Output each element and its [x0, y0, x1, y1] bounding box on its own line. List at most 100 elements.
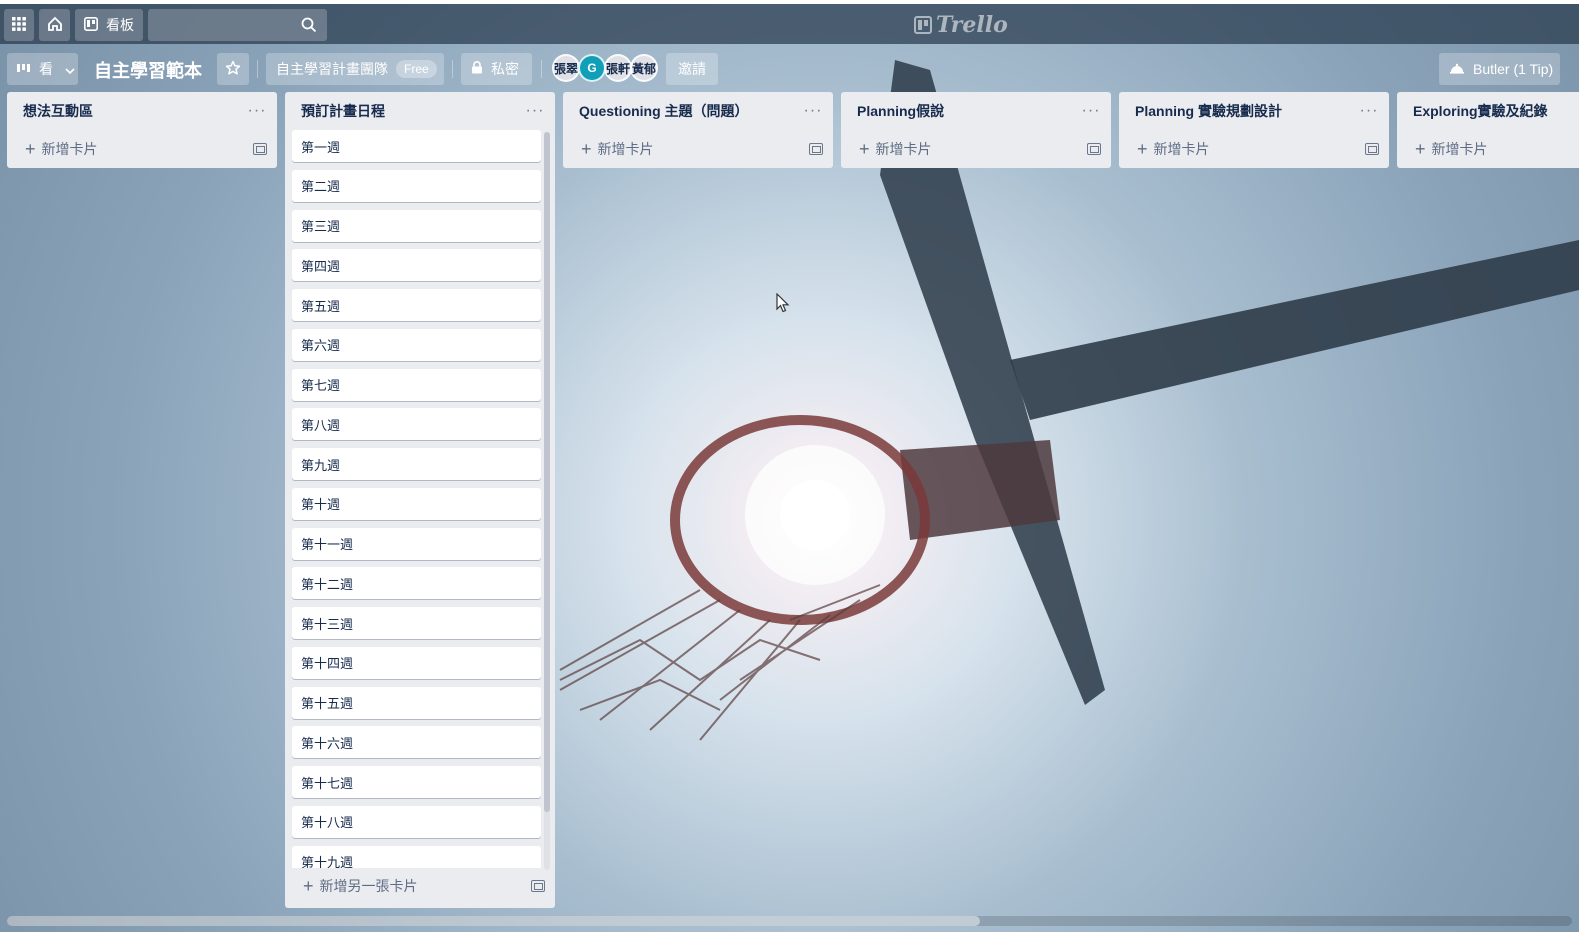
list-scrollbar[interactable] [544, 132, 550, 870]
list-menu-button[interactable]: ··· [523, 102, 547, 120]
avatar[interactable]: 黃郁 [630, 54, 658, 82]
add-card-button[interactable]: + 新增卡片 [859, 139, 932, 160]
add-card-button[interactable]: + 新增卡片 [25, 139, 98, 160]
add-card-label: 新增卡片 [597, 141, 654, 157]
list-ideas: 想法互動區 ··· + 新增卡片 [7, 92, 277, 168]
card[interactable]: 第十三週 [292, 607, 541, 639]
list-menu-button[interactable]: ··· [1357, 102, 1381, 120]
list-planning-design: Planning 實驗規劃設計 ··· + 新增卡片 [1119, 92, 1389, 168]
add-card-row: + 新增卡片 [841, 130, 1111, 168]
header-divider [541, 60, 542, 78]
list-header: Exploring實驗及紀錄 [1397, 92, 1579, 130]
home-button[interactable] [39, 9, 70, 41]
card[interactable]: 第九週 [292, 448, 541, 480]
plus-icon: + [303, 875, 314, 896]
add-card-button[interactable]: + 新增卡片 [1137, 139, 1210, 160]
search-icon[interactable] [301, 17, 317, 36]
card-template-icon[interactable] [1087, 143, 1101, 155]
plus-icon: + [25, 138, 36, 159]
team-button[interactable]: 自主學習計畫團隊 Free [266, 53, 444, 85]
view-icon [17, 61, 31, 77]
butler-label: Butler (1 Tip) [1473, 61, 1554, 77]
list-header: 想法互動區 ··· [7, 92, 277, 130]
view-label: 看 [39, 61, 53, 77]
board-title[interactable]: 自主學習範本 [94, 57, 202, 83]
card[interactable]: 第二週 [292, 169, 541, 202]
list-menu-button[interactable]: ··· [1079, 102, 1103, 120]
card[interactable]: 第十五週 [292, 686, 541, 719]
list-header: Questioning 主題（問題） ··· [563, 92, 833, 130]
card-list[interactable]: 第一週第二週第三週第四週第五週第六週第七週第八週第九週第十週第十一週第十二週第十… [285, 130, 555, 868]
card[interactable]: 第十四週 [292, 646, 541, 679]
avatar[interactable]: 張軒 [604, 54, 632, 82]
card[interactable]: 第五週 [292, 289, 541, 321]
card[interactable]: 第七週 [292, 368, 541, 401]
card[interactable]: 第八週 [292, 408, 541, 441]
lock-icon [471, 61, 483, 77]
avatar[interactable]: G [578, 54, 606, 82]
card-template-icon[interactable] [809, 143, 823, 155]
trello-logo[interactable]: Trello [914, 12, 1008, 38]
grid-icon [12, 16, 26, 34]
board-view-switcher[interactable]: 看 [7, 53, 78, 85]
list-questioning: Questioning 主題（問題） ··· + 新增卡片 [563, 92, 833, 168]
search-box[interactable] [148, 9, 327, 41]
star-icon [225, 60, 241, 79]
trello-logo-icon [914, 16, 932, 34]
add-card-row: + 新增另一張卡片 [285, 868, 555, 904]
card-template-icon[interactable] [253, 143, 267, 155]
card[interactable]: 第十七週 [292, 766, 541, 798]
board-scrollbar-thumb[interactable] [7, 916, 980, 926]
visibility-button[interactable]: 私密 [461, 53, 532, 85]
board-scrollbar[interactable] [7, 916, 1572, 926]
avatar[interactable]: 張翠 [552, 54, 580, 82]
header-divider [257, 60, 258, 78]
team-label: 自主學習計畫團隊 [276, 61, 388, 77]
list-header: 預訂計畫日程 ··· [285, 92, 555, 130]
list-title[interactable]: 預訂計畫日程 [301, 101, 385, 121]
list-menu-button[interactable]: ··· [245, 102, 269, 120]
chevron-down-icon [65, 61, 75, 77]
board-header: 看 自主學習範本 自主學習計畫團隊 Free 私密 張翠 G 張軒 黃郁 邀請 … [0, 44, 1579, 92]
add-card-label: 新增另一張卡片 [319, 878, 418, 894]
visibility-label: 私密 [491, 61, 519, 77]
add-card-button[interactable]: + 新增卡片 [1415, 139, 1488, 160]
plus-icon: + [859, 138, 870, 159]
list-title[interactable]: Questioning 主題（問題） [579, 101, 749, 121]
add-card-label: 新增卡片 [1153, 141, 1210, 157]
list-title[interactable]: 想法互動區 [23, 101, 93, 121]
home-icon [47, 16, 63, 35]
card-template-icon[interactable] [1365, 143, 1379, 155]
list-schedule: 預訂計畫日程 ··· 第一週第二週第三週第四週第五週第六週第七週第八週第九週第十… [285, 92, 555, 908]
card[interactable]: 第十一週 [292, 527, 541, 560]
list-title[interactable]: Exploring實驗及紀錄 [1413, 101, 1548, 121]
card-template-icon[interactable] [531, 880, 545, 892]
window-frame [0, 0, 1579, 4]
invite-button[interactable]: 邀請 [666, 53, 718, 85]
card[interactable]: 第四週 [292, 249, 541, 282]
card[interactable]: 第十六週 [292, 726, 541, 759]
add-card-button[interactable]: + 新增卡片 [581, 139, 654, 160]
list-menu-button[interactable]: ··· [801, 102, 825, 120]
card[interactable]: 第一週 [292, 130, 541, 162]
list-scrollbar-thumb[interactable] [544, 132, 550, 812]
card[interactable]: 第六週 [292, 328, 541, 361]
card[interactable]: 第十二週 [292, 567, 541, 600]
add-card-row: + 新增卡片 [1397, 130, 1579, 168]
boards-button[interactable]: 看板 [75, 9, 143, 41]
add-card-row: + 新增卡片 [563, 130, 833, 168]
star-button[interactable] [217, 53, 249, 85]
butler-button[interactable]: Butler (1 Tip) [1439, 53, 1560, 85]
card[interactable]: 第三週 [292, 209, 541, 242]
list-title[interactable]: Planning假說 [857, 101, 944, 121]
card[interactable]: 第十週 [292, 487, 541, 520]
list-title[interactable]: Planning 實驗規劃設計 [1135, 101, 1282, 121]
plus-icon: + [1137, 138, 1148, 159]
plus-icon: + [581, 138, 592, 159]
header-divider [452, 60, 453, 78]
card[interactable]: 第十八週 [292, 805, 541, 838]
apps-button[interactable] [4, 9, 34, 41]
add-card-button[interactable]: + 新增另一張卡片 [303, 876, 418, 897]
list-header: Planning假說 ··· [841, 92, 1111, 130]
card[interactable]: 第十九週 [292, 845, 541, 868]
